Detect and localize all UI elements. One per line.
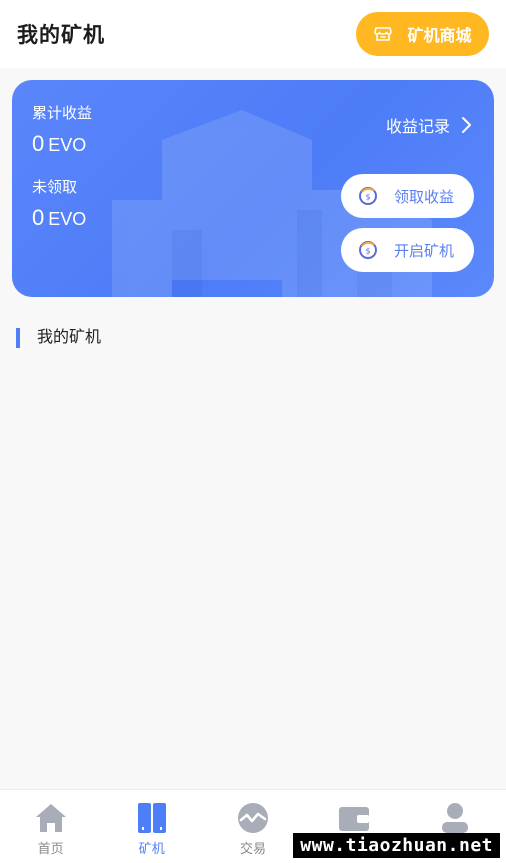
unclaimed-value: 0 EVO (32, 205, 86, 231)
miner-mall-button[interactable]: 矿机商城 (356, 12, 489, 56)
coin-icon: $ (358, 186, 378, 206)
total-earnings-unit: EVO (48, 135, 87, 155)
claim-earnings-button[interactable]: $ 领取收益 (341, 174, 474, 218)
nav-item-home[interactable]: 首页 (0, 790, 101, 863)
nav-label-home: 首页 (37, 841, 64, 856)
svg-text:$: $ (365, 193, 370, 202)
start-miner-label: 开启矿机 (394, 242, 455, 260)
unclaimed-amount: 0 (32, 205, 45, 230)
coin-icon: $ (358, 240, 378, 260)
top-header: 我的矿机 矿机商城 (0, 0, 506, 68)
unclaimed-unit: EVO (48, 209, 87, 229)
user-icon (442, 803, 469, 833)
page-title: 我的矿机 (17, 24, 105, 47)
svg-text:$: $ (365, 247, 370, 256)
nav-label-miner: 矿机 (138, 841, 165, 856)
chevron-right-icon (460, 116, 472, 134)
unclaimed-label: 未领取 (32, 179, 78, 196)
earnings-record-label: 收益记录 (385, 119, 450, 136)
total-earnings-amount: 0 (32, 131, 45, 156)
wallet-icon (339, 807, 370, 831)
miner-icon (137, 803, 166, 833)
nav-item-miner[interactable]: 矿机 (101, 790, 202, 863)
earnings-card: 累计收益 0 EVO 未领取 0 EVO 收益记录 $ 领取收益 $ 开启矿机 (12, 80, 494, 297)
total-earnings-value: 0 EVO (32, 131, 86, 157)
watermark: www.tiaozhuan.net (293, 833, 500, 858)
earnings-record-link[interactable]: 收益记录 (386, 113, 472, 137)
store-icon (373, 24, 393, 44)
nav-item-trade[interactable]: 交易 (202, 790, 303, 863)
home-icon (35, 804, 66, 832)
my-miners-section-title: 我的矿机 (16, 328, 101, 348)
start-miner-button[interactable]: $ 开启矿机 (341, 228, 474, 272)
claim-earnings-label: 领取收益 (394, 188, 455, 206)
miner-mall-label: 矿机商城 (407, 28, 472, 45)
total-earnings-label: 累计收益 (32, 105, 93, 122)
trade-icon (238, 803, 268, 833)
nav-label-trade: 交易 (240, 841, 267, 856)
mining-page: 我的矿机 矿机商城 累计收益 0 EVO 未领取 0 EVO 收益记录 $ 领取… (0, 0, 506, 863)
